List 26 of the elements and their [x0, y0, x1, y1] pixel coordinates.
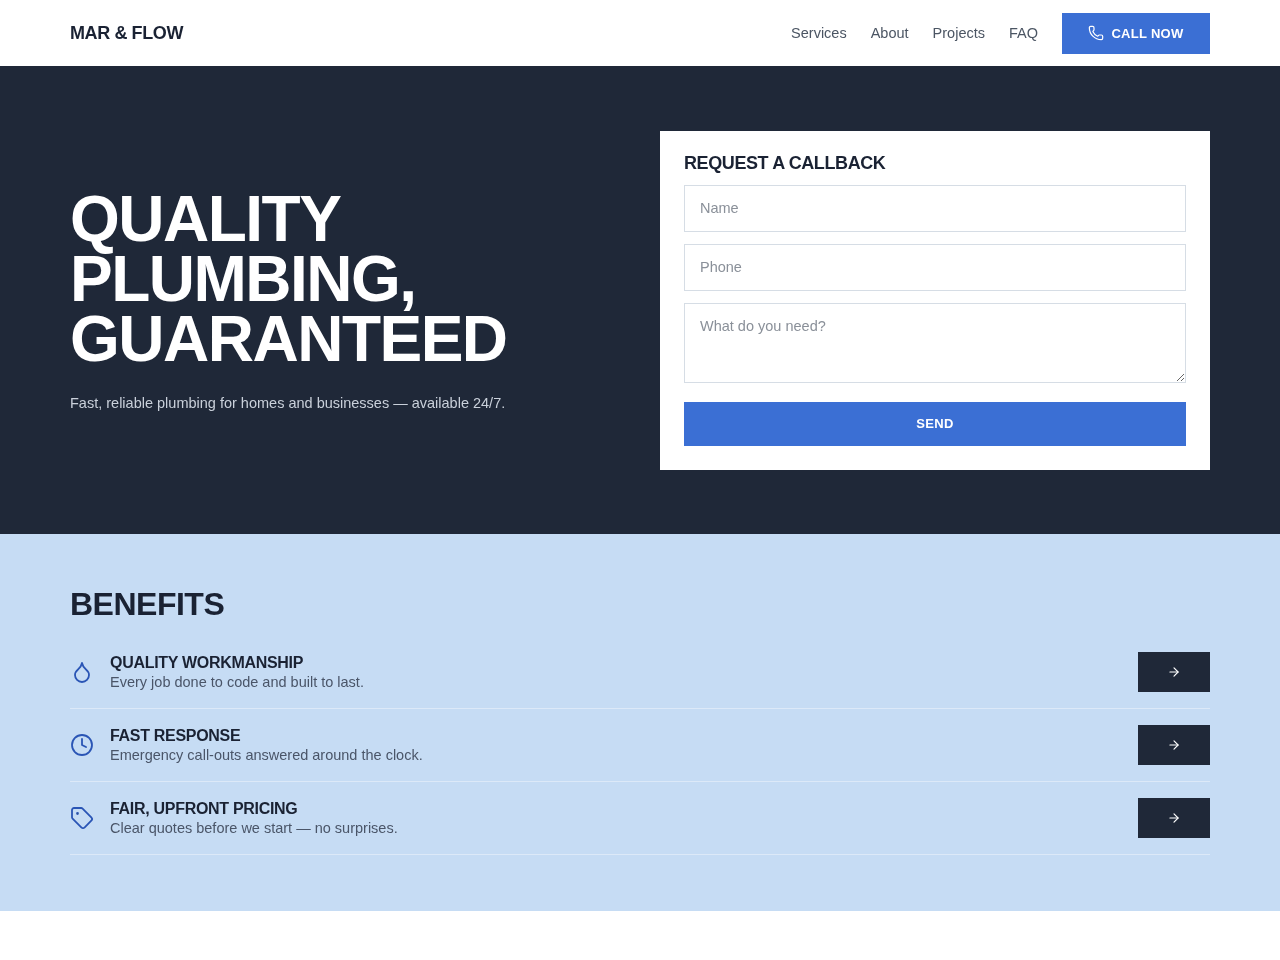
arrow-button[interactable] — [1138, 652, 1210, 692]
logo: MAR & FLOW — [70, 22, 183, 44]
benefit-description: Clear quotes before we start — no surprises. — [110, 818, 399, 838]
benefit-title: QUALITY WORKMANSHIP — [110, 652, 305, 672]
form-title: REQUEST A CALLBACK — [684, 151, 887, 175]
section-heading: BENEFITS — [70, 586, 226, 622]
nav-link[interactable]: Services — [791, 25, 847, 41]
textarea-field[interactable]: What do you need? — [684, 302, 1186, 383]
hero-heading: QUALITY PLUMBING, GUARANTEED — [70, 189, 508, 369]
hero-subtitle: Fast, reliable plumbing for homes and businesses — available 24/7. — [70, 395, 507, 411]
send-button[interactable]: SEND — [684, 401, 1186, 446]
benefit-description: Emergency call-outs answered around the clock. — [110, 745, 424, 765]
benefit-title: FAST RESPONSE — [110, 725, 242, 745]
nav-link[interactable]: About — [870, 25, 909, 41]
input-field[interactable]: Phone — [684, 243, 1186, 291]
arrow-button[interactable] — [1138, 725, 1210, 765]
phone-icon — [1088, 25, 1105, 41]
call-now-button[interactable]: CALL NOW — [1062, 12, 1210, 54]
input-field[interactable]: Name — [684, 184, 1186, 232]
benefit-description: Every job done to code and built to last. — [110, 672, 365, 692]
nav-link[interactable]: Projects — [932, 25, 985, 41]
tag-icon — [70, 806, 94, 830]
arrow-button[interactable] — [1138, 798, 1210, 838]
benefit-title: FAIR, UPFRONT PRICING — [110, 798, 299, 818]
nav-link[interactable]: FAQ — [1009, 25, 1038, 41]
clock-icon — [70, 733, 94, 757]
